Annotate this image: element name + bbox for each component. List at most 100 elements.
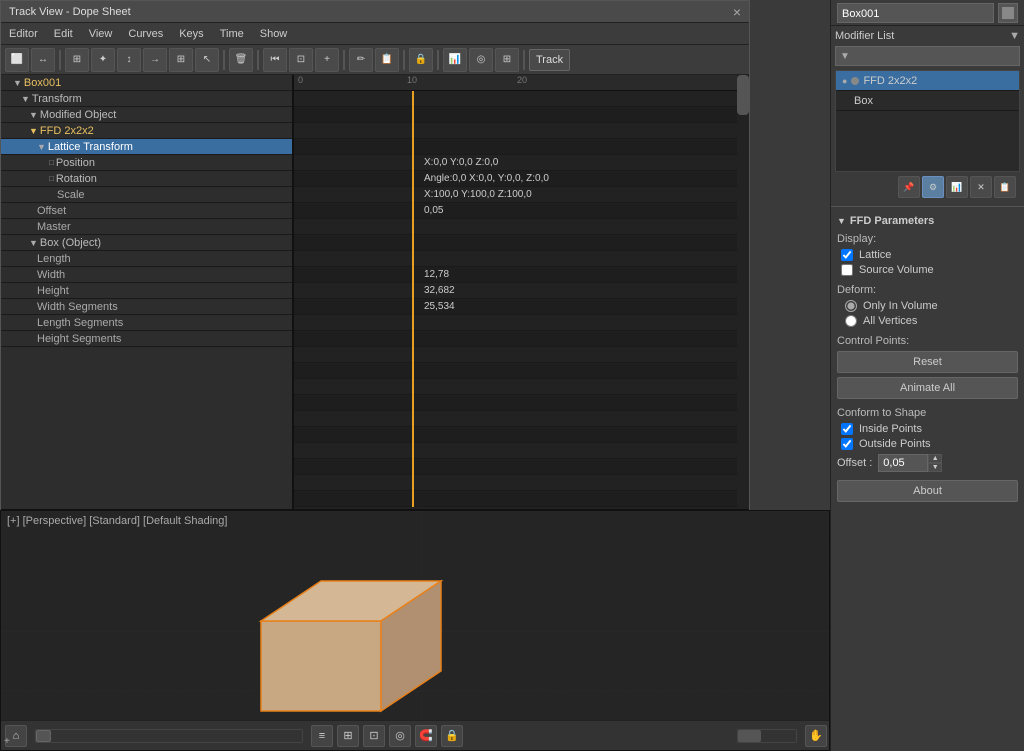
- source-volume-label: Source Volume: [859, 264, 934, 276]
- vp-tool-magnet[interactable]: 🧲: [415, 725, 437, 747]
- conform-group: Conform to Shape Inside Points Outside P…: [837, 407, 1018, 472]
- source-volume-row: Source Volume: [837, 264, 1018, 276]
- vp-tool-circle[interactable]: ◎: [389, 725, 411, 747]
- vp-tool-ffd[interactable]: ⊡: [363, 725, 385, 747]
- track-modified-object[interactable]: ▼Modified Object: [1, 107, 292, 123]
- toolbar-sep-2: [223, 50, 225, 70]
- toolbar-btn-2[interactable]: ↔: [31, 48, 55, 72]
- vp-tool-pan[interactable]: ✋: [805, 725, 827, 747]
- toolbar-btn-3[interactable]: ✦: [91, 48, 115, 72]
- display-label: Display:: [837, 233, 1018, 245]
- reset-button[interactable]: Reset: [837, 351, 1018, 373]
- menu-view[interactable]: View: [81, 26, 121, 42]
- toolbar-btn-circle[interactable]: ◎: [469, 48, 493, 72]
- only-in-volume-radio[interactable]: [845, 300, 857, 312]
- vp-tool-lock[interactable]: 🔒: [441, 725, 463, 747]
- all-vertices-row: All Vertices: [837, 315, 1018, 327]
- track-width-segments[interactable]: Width Segments: [1, 299, 292, 315]
- offset-input[interactable]: [878, 454, 928, 472]
- mod-tool-graph[interactable]: 📊: [946, 176, 968, 198]
- color-swatch[interactable]: [998, 3, 1018, 23]
- track-length-segments[interactable]: Length Segments: [1, 315, 292, 331]
- toolbar-btn-6[interactable]: ⊞: [169, 48, 193, 72]
- object-name[interactable]: Box001: [837, 3, 994, 23]
- modifier-ffd[interactable]: ● FFD 2x2x2: [836, 71, 1019, 91]
- toolbar-btn-cursor[interactable]: ↖: [195, 48, 219, 72]
- track-length[interactable]: Length: [1, 251, 292, 267]
- vp-progress[interactable]: [737, 729, 797, 743]
- right-panel: Box001 Modifier List ▼ ▼ ● FFD 2x2x2 Box: [830, 0, 1024, 751]
- toolbar-btn-grid[interactable]: ⊞: [495, 48, 519, 72]
- mod-tool-pin[interactable]: 📌: [898, 176, 920, 198]
- modifier-dropdown-arrow[interactable]: ▼: [1009, 30, 1020, 42]
- mod-tool-settings[interactable]: ⚙: [922, 176, 944, 198]
- close-button[interactable]: ×: [733, 4, 741, 20]
- toolbar-btn-back[interactable]: ⏮: [263, 48, 287, 72]
- menu-edit[interactable]: Edit: [46, 26, 81, 42]
- spinner-up[interactable]: ▲: [928, 454, 942, 463]
- timeline-row-fill4: [294, 411, 749, 427]
- about-button[interactable]: About: [837, 480, 1018, 502]
- menu-show[interactable]: Show: [252, 26, 296, 42]
- all-vertices-label: All Vertices: [863, 315, 917, 327]
- track-button[interactable]: Track: [529, 49, 570, 71]
- toolbar-btn-1[interactable]: ⬜: [5, 48, 29, 72]
- track-width[interactable]: Width: [1, 267, 292, 283]
- modifier-dropdown[interactable]: ▼: [835, 46, 1020, 66]
- track-scale[interactable]: Scale: [1, 187, 292, 203]
- track-rotation[interactable]: □Rotation: [1, 171, 292, 187]
- track-ffd[interactable]: ▼FFD 2x2x2: [1, 123, 292, 139]
- ruler-0: 0: [298, 75, 303, 85]
- track-list: ▼Box001 ▼Transform ▼Modified Object ▼FFD…: [1, 75, 294, 509]
- spinner-down[interactable]: ▼: [928, 463, 942, 472]
- modifier-stack: ● FFD 2x2x2 Box: [835, 70, 1020, 172]
- toolbar-btn-edit[interactable]: ✏: [349, 48, 373, 72]
- menu-editor[interactable]: Editor: [1, 26, 46, 42]
- vp-tool-list[interactable]: ≡: [311, 725, 333, 747]
- menu-curves[interactable]: Curves: [120, 26, 171, 42]
- timeline-v-thumb[interactable]: [737, 75, 749, 115]
- toolbar-btn-5[interactable]: →: [143, 48, 167, 72]
- toolbar-btn-delete[interactable]: 🗑: [229, 48, 253, 72]
- toolbar-btn-copy[interactable]: 📋: [375, 48, 399, 72]
- track-offset[interactable]: Offset: [1, 203, 292, 219]
- toolbar-btn-lock[interactable]: 🔒: [409, 48, 433, 72]
- menu-time[interactable]: Time: [212, 26, 252, 42]
- control-points-label: Control Points:: [837, 335, 1018, 347]
- mod-tool-copy[interactable]: 📋: [994, 176, 1016, 198]
- all-vertices-radio[interactable]: [845, 315, 857, 327]
- toolbar-btn-add[interactable]: +: [315, 48, 339, 72]
- source-volume-checkbox[interactable]: [841, 264, 853, 276]
- mod-tool-delete[interactable]: ✕: [970, 176, 992, 198]
- toolbar-btn-graph[interactable]: 📊: [443, 48, 467, 72]
- timeline-row-fill6: [294, 443, 749, 459]
- track-position[interactable]: □Position: [1, 155, 292, 171]
- track-master[interactable]: Master: [1, 219, 292, 235]
- offset-row: Offset : ▲ ▼: [837, 454, 1018, 472]
- track-transform[interactable]: ▼Transform: [1, 91, 292, 107]
- playhead: [412, 91, 414, 507]
- vp-timeslider-thumb[interactable]: [36, 730, 51, 742]
- vp-timeslider[interactable]: [35, 729, 303, 743]
- menu-keys[interactable]: Keys: [171, 26, 211, 42]
- eye-icon[interactable]: ●: [842, 76, 847, 86]
- animate-all-button[interactable]: Animate All: [837, 377, 1018, 399]
- track-height[interactable]: Height: [1, 283, 292, 299]
- toolbar-btn-expand[interactable]: ⊡: [289, 48, 313, 72]
- vp-tool-grid[interactable]: ⊞: [337, 725, 359, 747]
- modifier-box[interactable]: Box: [836, 91, 1019, 111]
- mod-bullet: [851, 77, 859, 85]
- timeline-v-scrollbar[interactable]: [737, 75, 749, 509]
- track-box001[interactable]: ▼Box001: [1, 75, 292, 91]
- offset-spinner: ▲ ▼: [928, 454, 942, 472]
- track-box-object[interactable]: ▼Box (Object): [1, 235, 292, 251]
- toolbar-btn-filter[interactable]: ⊞: [65, 48, 89, 72]
- toolbar-btn-4[interactable]: ↕: [117, 48, 141, 72]
- outside-points-checkbox[interactable]: [841, 438, 853, 450]
- lattice-checkbox[interactable]: [841, 249, 853, 261]
- timeline-row-hs: [294, 347, 749, 363]
- timeline-area[interactable]: 0 10 20 X:0,0 Y:0,0 Z:0,0: [294, 75, 749, 509]
- inside-points-checkbox[interactable]: [841, 423, 853, 435]
- track-lattice-transform[interactable]: ▼Lattice Transform: [1, 139, 292, 155]
- track-height-segments[interactable]: Height Segments: [1, 331, 292, 347]
